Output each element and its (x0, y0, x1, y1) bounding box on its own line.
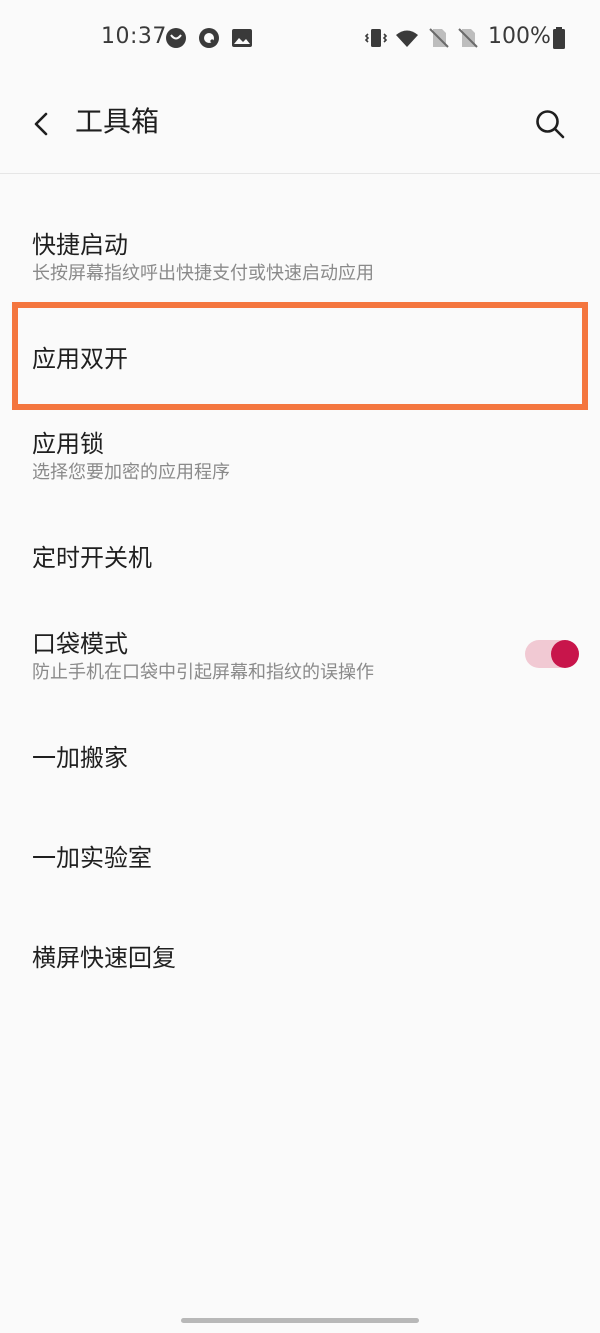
ring-status-icon (166, 28, 186, 48)
back-button[interactable] (22, 102, 62, 146)
page-title: 工具箱 (75, 105, 160, 138)
battery-full-icon (553, 27, 565, 49)
chevron-left-icon (34, 112, 48, 136)
battery-percentage: 100% (488, 24, 551, 49)
no-sim-icon (429, 28, 449, 48)
list-item-oneplus-lab[interactable]: 一加实验室 (0, 810, 600, 900)
item-title: 定时开关机 (32, 544, 152, 572)
wifi-icon (396, 30, 418, 47)
item-subtitle: 长按屏幕指纹呼出快捷支付或快速启动应用 (32, 263, 374, 284)
list-item-pocket-mode[interactable]: 口袋模式 防止手机在口袋中引起屏幕和指纹的误操作 (0, 604, 600, 704)
app-bar: 工具箱 (0, 78, 600, 174)
list-item-scheduled-power[interactable]: 定时开关机 (0, 510, 600, 600)
item-title: 快捷启动 (32, 231, 128, 259)
list-item-app-lock[interactable]: 应用锁 选择您要加密的应用程序 (0, 404, 600, 504)
status-bar: 10:37 100% (0, 0, 600, 78)
item-title: 应用双开 (32, 345, 128, 373)
list-item-landscape-quick-reply[interactable]: 横屏快速回复 (0, 910, 600, 1000)
pocket-mode-toggle[interactable] (525, 640, 581, 668)
chat-bubble-icon (199, 28, 219, 48)
item-subtitle: 防止手机在口袋中引起屏幕和指纹的误操作 (32, 662, 374, 683)
item-title: 横屏快速回复 (32, 944, 176, 972)
search-button[interactable] (528, 102, 572, 146)
list-item-oneplus-switch[interactable]: 一加搬家 (0, 710, 600, 800)
toggle-thumb (551, 640, 579, 668)
list-item-app-clone[interactable]: 应用双开 (0, 308, 600, 398)
status-time: 10:37 (101, 24, 167, 49)
item-title: 口袋模式 (32, 630, 128, 658)
item-title: 一加搬家 (32, 744, 128, 772)
home-indicator[interactable] (181, 1318, 419, 1323)
image-icon (232, 29, 252, 47)
item-title: 一加实验室 (32, 844, 152, 872)
screen: 10:37 100% 工具箱 快捷启动 长按屏幕指纹呼出快捷支付或快速启动应用 … (0, 0, 600, 1333)
no-sim-icon (458, 28, 478, 48)
item-subtitle: 选择您要加密的应用程序 (32, 462, 230, 483)
list-item-quick-launch[interactable]: 快捷启动 长按屏幕指纹呼出快捷支付或快速启动应用 (0, 205, 600, 300)
item-title: 应用锁 (32, 430, 104, 458)
vibrate-icon (364, 29, 388, 47)
search-icon (536, 110, 565, 139)
